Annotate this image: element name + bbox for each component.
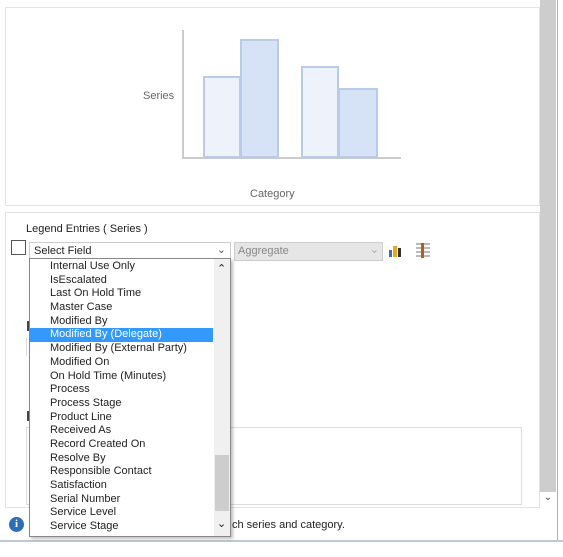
dropdown-option[interactable]: Service Level bbox=[30, 506, 213, 520]
dropdown-option[interactable]: Serial Number bbox=[30, 493, 213, 507]
dropdown-option[interactable]: IsEscalated bbox=[30, 274, 213, 288]
chart-preview: Series Category bbox=[5, 7, 540, 206]
scrollbar-thumb[interactable] bbox=[215, 455, 229, 511]
dropdown-option[interactable]: Process bbox=[30, 383, 213, 397]
scroll-down-icon[interactable]: ⌄ bbox=[540, 492, 556, 506]
preview-bar bbox=[301, 66, 339, 158]
legend-title: Legend Entries ( Series ) bbox=[26, 223, 148, 235]
dropdown-option[interactable]: Last On Hold Time bbox=[30, 287, 213, 301]
dropdown-option[interactable]: Modified By (Delegate) bbox=[30, 328, 213, 343]
dropdown-option[interactable]: Modified On bbox=[30, 356, 213, 370]
list-scrollbar[interactable]: ⌃ ⌄ bbox=[214, 259, 230, 536]
chart-type-icon[interactable] bbox=[389, 244, 403, 257]
category-label: Category bbox=[250, 188, 295, 200]
scroll-up-icon[interactable]: ⌃ bbox=[217, 262, 226, 275]
scrollbar[interactable] bbox=[540, 0, 556, 492]
series-label: Series bbox=[143, 90, 175, 102]
dropdown-option[interactable]: Modified By bbox=[30, 315, 213, 329]
dropdown-option[interactable]: Satisfaction bbox=[30, 479, 213, 493]
dropdown-option[interactable]: Received As bbox=[30, 424, 213, 438]
info-icon: i bbox=[9, 517, 24, 532]
preview-bar bbox=[203, 76, 241, 158]
dropdown-option[interactable]: Process Stage bbox=[30, 397, 213, 411]
dropdown-option[interactable]: Modified By (External Party) bbox=[30, 342, 213, 356]
dropdown-option[interactable]: On Hold Time (Minutes) bbox=[30, 370, 213, 384]
aggregate-dropdown: Aggregate ⌄ bbox=[234, 242, 383, 261]
info-text: ch series and category. bbox=[232, 519, 345, 531]
dropdown-option[interactable]: Record Created On bbox=[30, 438, 213, 452]
chevron-down-icon: ⌄ bbox=[369, 244, 379, 256]
preview-bar bbox=[338, 88, 378, 158]
field-dropdown-list[interactable]: Internal Use Only IsEscalated Last On Hold… bbox=[29, 258, 231, 537]
preview-bar bbox=[240, 39, 279, 158]
dropdown-option[interactable]: Internal Use Only bbox=[30, 260, 213, 274]
dropdown-option[interactable]: Resolve By bbox=[30, 452, 213, 466]
dropdown-option[interactable]: Responsible Contact bbox=[30, 465, 213, 479]
chevron-down-icon: ⌄ bbox=[216, 244, 226, 256]
swap-fields-icon[interactable] bbox=[416, 243, 430, 258]
dropdown-option[interactable]: Product Line bbox=[30, 411, 213, 425]
dropdown-option[interactable]: Service Stage bbox=[30, 520, 213, 534]
scroll-down-icon[interactable]: ⌄ bbox=[217, 517, 226, 530]
legend-checkbox[interactable] bbox=[11, 240, 26, 255]
dropdown-option[interactable]: Master Case bbox=[30, 301, 213, 315]
